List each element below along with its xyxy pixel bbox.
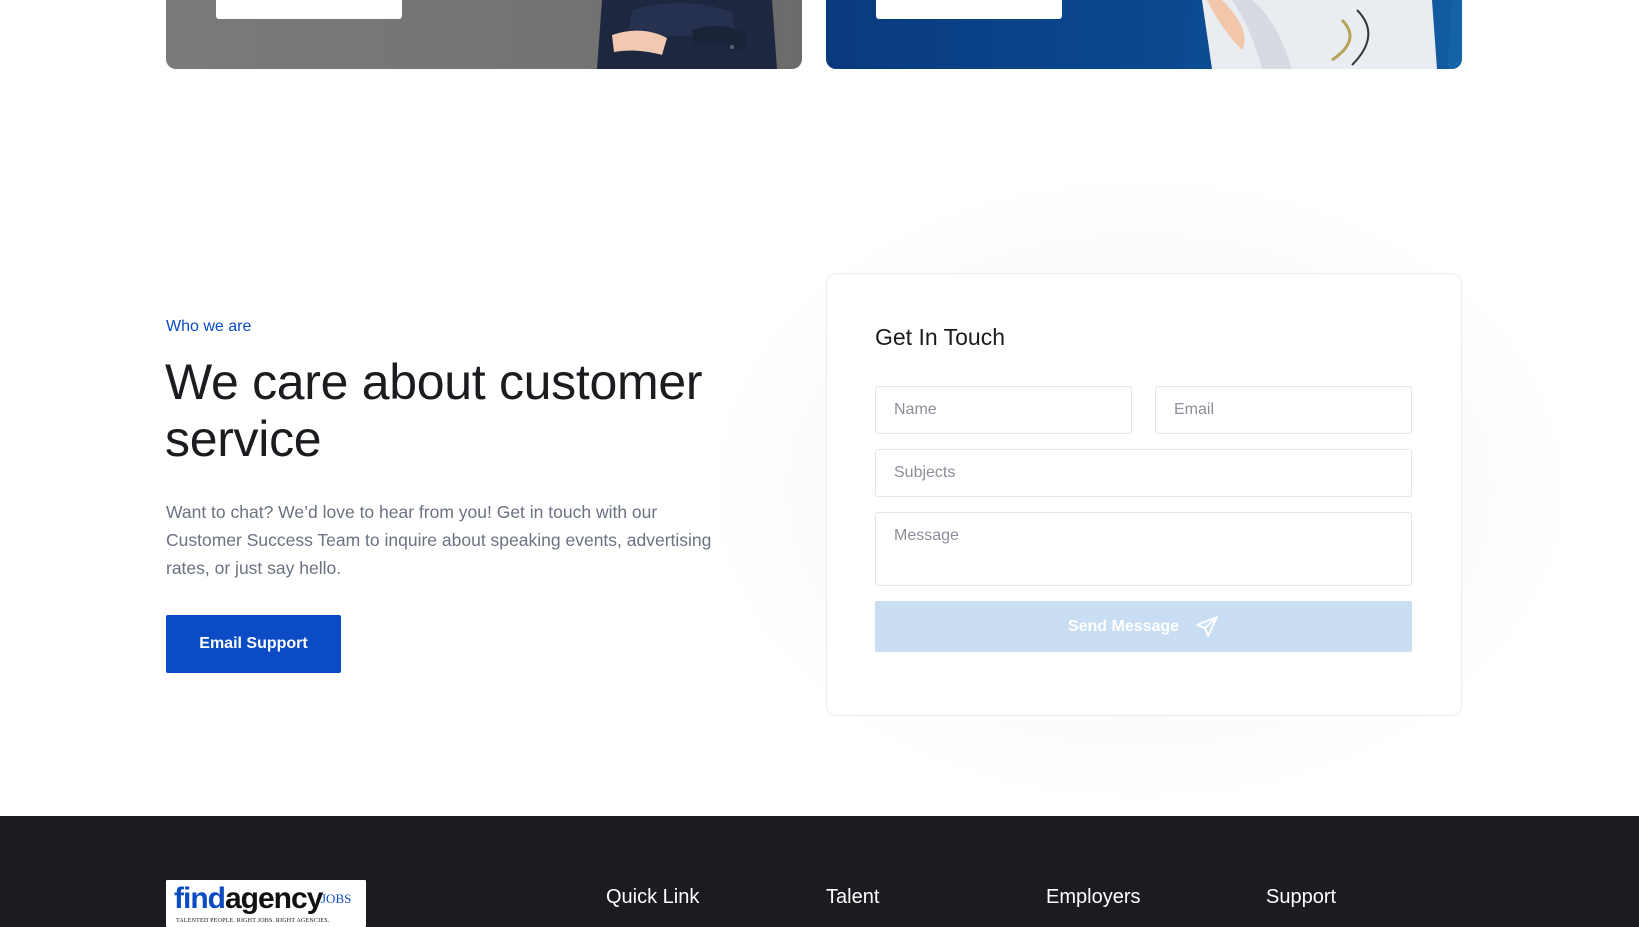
name-field[interactable] [875,386,1132,434]
person-photo [1182,0,1452,69]
paper-plane-icon [1196,615,1218,637]
logo-jobs: JOBS [321,891,352,906]
promo-card-right [826,0,1462,69]
footer-heading-employers: Employers [1046,886,1141,908]
findagencyjobs-logo[interactable]: findagency JOBS TALENTED PEOPLE. RIGHT J… [166,880,366,927]
footer: findagency JOBS TALENTED PEOPLE. RIGHT J… [0,816,1639,927]
subject-field[interactable] [875,449,1412,497]
send-message-button[interactable]: Send Message [875,601,1412,652]
logo-wordmark: findagency [174,882,323,915]
section-description: Want to chat? We’d love to hear from you… [166,502,712,578]
promo-card-right-button[interactable] [876,0,1062,19]
contact-form-card: Get In Touch Send Message [826,273,1462,716]
section-eyebrow: Who we are [166,318,252,335]
email-support-button[interactable]: Email Support [166,615,341,673]
send-message-label: Send Message [1067,617,1180,635]
footer-heading-support: Support [1266,886,1337,908]
person-photo [597,0,782,69]
message-field[interactable] [875,512,1412,586]
contact-form-title: Get In Touch [875,324,1005,350]
promo-card-left [166,0,802,69]
footer-heading-quick-link: Quick Link [606,886,700,908]
email-field[interactable] [1155,386,1412,434]
logo-tagline: TALENTED PEOPLE. RIGHT JOBS. RIGHT AGENC… [176,918,330,924]
section-headline: We care about customer service [165,354,703,467]
footer-heading-talent: Talent [826,886,880,908]
promo-card-left-button[interactable] [216,0,402,19]
